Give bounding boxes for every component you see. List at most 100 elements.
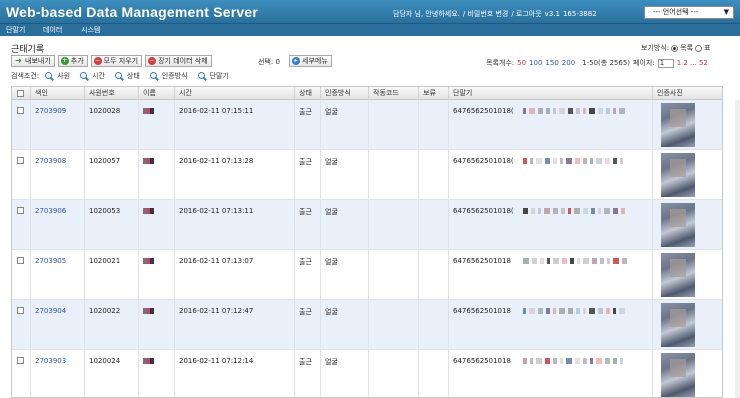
- detail-menu-button[interactable]: ▸ 세부메뉴: [289, 55, 332, 67]
- row-emp-no-cell: 1020028: [85, 100, 139, 150]
- redaction-block: [583, 358, 587, 364]
- table-row[interactable]: 2703904 1020022 2016-02-11 07:12:47 출근 얼굴 647…: [12, 300, 722, 350]
- row-emp-no-cell: 1020022: [85, 300, 139, 350]
- redaction-block: [568, 308, 573, 314]
- table-row[interactable]: 2703906 1020053 2016-02-11 07:13:11 출근 얼굴 647…: [12, 200, 722, 250]
- row-time-cell: 2016-02-11 07:13:11: [175, 200, 295, 250]
- row-index-link[interactable]: 2703906: [35, 207, 66, 215]
- table-row[interactable]: 2703909 1020028 2016-02-11 07:15:11 출근 얼굴 647…: [12, 100, 722, 150]
- page-links[interactable]: 1 2 ... 52: [677, 59, 708, 67]
- row-time-cell: 2016-02-11 07:12:14: [175, 350, 295, 397]
- redaction-block: [613, 258, 619, 264]
- redaction-block: [606, 108, 610, 114]
- row-auth-method: 얼굴: [325, 158, 338, 166]
- table-row[interactable]: 2703908 1020057 2016-02-11 07:13:28 출근 얼굴 647…: [12, 150, 722, 200]
- page-size-100[interactable]: 100: [529, 59, 542, 67]
- language-select[interactable]: --- 언어선택 --- ▼: [644, 6, 734, 19]
- search-auth-method[interactable]: 인증방식: [149, 71, 188, 81]
- row-auth-method-cell: 얼굴: [321, 250, 369, 300]
- view-list-radio[interactable]: [671, 44, 679, 52]
- row-checkbox[interactable]: [17, 257, 24, 264]
- row-reserve-cell: [419, 200, 449, 250]
- row-device-cell: 6476562501018(: [449, 200, 653, 250]
- row-index-link[interactable]: 2703908: [35, 157, 66, 165]
- search-employee[interactable]: 사원: [45, 71, 70, 81]
- row-checkbox[interactable]: [17, 207, 24, 214]
- row-index-link[interactable]: 2703909: [35, 107, 66, 115]
- column-header-auth[interactable]: 인증방식: [321, 87, 369, 100]
- row-checkbox[interactable]: [17, 107, 24, 114]
- auth-photo-thumbnail[interactable]: [661, 353, 695, 397]
- redaction-block: [583, 308, 586, 314]
- redaction-block: [536, 158, 542, 164]
- nav-device[interactable]: 단말기: [6, 25, 25, 35]
- table-row[interactable]: 2703903 1020024 2016-02-11 07:12:14 출근 얼굴 647…: [12, 350, 722, 397]
- column-header-work-code[interactable]: 작동코드: [369, 87, 419, 100]
- column-header-emp-no[interactable]: 사원번호: [85, 87, 139, 100]
- search-time[interactable]: 시간: [80, 71, 105, 81]
- row-emp-no-cell: 1020053: [85, 200, 139, 250]
- column-header-time[interactable]: 시간: [175, 87, 295, 100]
- row-index-link[interactable]: 2703905: [35, 257, 66, 265]
- row-name-cell: [139, 250, 175, 300]
- delete-all-button[interactable]: − 모두 지우기: [90, 55, 143, 67]
- logout-link[interactable]: / 로그아웃: [511, 10, 541, 18]
- auth-photo-thumbnail[interactable]: [661, 303, 695, 347]
- select-all-checkbox[interactable]: [17, 90, 24, 97]
- nav-system[interactable]: 시스템: [81, 25, 100, 35]
- redaction-block: [545, 158, 550, 164]
- delete-device-data-button[interactable]: − 장기 데이터 삭제: [145, 55, 212, 67]
- column-header-device[interactable]: 단말기: [449, 87, 653, 100]
- row-device: 6476562501018: [453, 257, 511, 265]
- change-password-link[interactable]: / 비밀번호 변경: [463, 10, 508, 18]
- row-device: 6476562501018: [453, 307, 511, 315]
- row-checkbox[interactable]: [17, 157, 24, 164]
- redaction-block: [150, 308, 154, 314]
- column-header-photo[interactable]: 인증사진: [653, 87, 722, 100]
- row-status-cell: 출근: [295, 150, 321, 200]
- row-index-link[interactable]: 2703903: [35, 357, 66, 365]
- search-time-label: 시간: [92, 72, 105, 80]
- row-time-cell: 2016-02-11 07:15:11: [175, 100, 295, 150]
- page-size-50[interactable]: 50: [517, 59, 526, 67]
- column-header-reserve[interactable]: 보류: [419, 87, 449, 100]
- table-row[interactable]: 2703905 1020021 2016-02-11 07:13:07 출근 얼굴 647…: [12, 250, 722, 300]
- redaction-block: [523, 308, 526, 314]
- nav-data[interactable]: 데이터: [43, 25, 62, 35]
- view-table-label: 표: [704, 44, 711, 52]
- search-status[interactable]: 상태: [114, 71, 140, 81]
- auth-photo-thumbnail[interactable]: [661, 103, 695, 147]
- row-index-link[interactable]: 2703904: [35, 307, 66, 315]
- redacted-name: [143, 207, 154, 215]
- row-time: 2016-02-11 07:13:28: [179, 157, 254, 165]
- row-auth-method: 얼굴: [325, 258, 338, 266]
- column-header-index[interactable]: 색인: [31, 87, 85, 100]
- column-header-name[interactable]: 이름: [139, 87, 175, 100]
- row-auth-method-cell: 얼굴: [321, 150, 369, 200]
- view-table-radio[interactable]: [695, 44, 703, 52]
- vertical-scrollbar[interactable]: [735, 100, 740, 398]
- row-name-cell: [139, 350, 175, 397]
- search-icon: [45, 71, 54, 81]
- auth-photo-thumbnail[interactable]: [661, 203, 695, 247]
- page-size-200[interactable]: 200: [562, 59, 575, 67]
- page-number-input[interactable]: 1: [657, 58, 674, 68]
- column-header-status[interactable]: 상태: [295, 87, 321, 100]
- redaction-block: [523, 258, 529, 264]
- record-range: 1-50(총 2565): [582, 59, 631, 67]
- search-device[interactable]: 단말기: [197, 71, 229, 81]
- add-button[interactable]: + 추가: [57, 55, 88, 67]
- view-list-label: 목록: [680, 44, 694, 52]
- row-checkbox[interactable]: [17, 357, 24, 364]
- redaction-block: [561, 208, 565, 214]
- redaction-block: [559, 308, 565, 314]
- page-size-150[interactable]: 150: [545, 59, 558, 67]
- export-button[interactable]: ➜ 내보내기: [11, 55, 55, 67]
- phone-text: 165-3882: [562, 10, 597, 18]
- row-checkbox[interactable]: [17, 307, 24, 314]
- version-text: v3.1: [544, 10, 560, 18]
- redaction-block: [523, 208, 528, 214]
- row-emp-no-cell: 1020057: [85, 150, 139, 200]
- auth-photo-thumbnail[interactable]: [661, 253, 695, 297]
- auth-photo-thumbnail[interactable]: [661, 153, 695, 197]
